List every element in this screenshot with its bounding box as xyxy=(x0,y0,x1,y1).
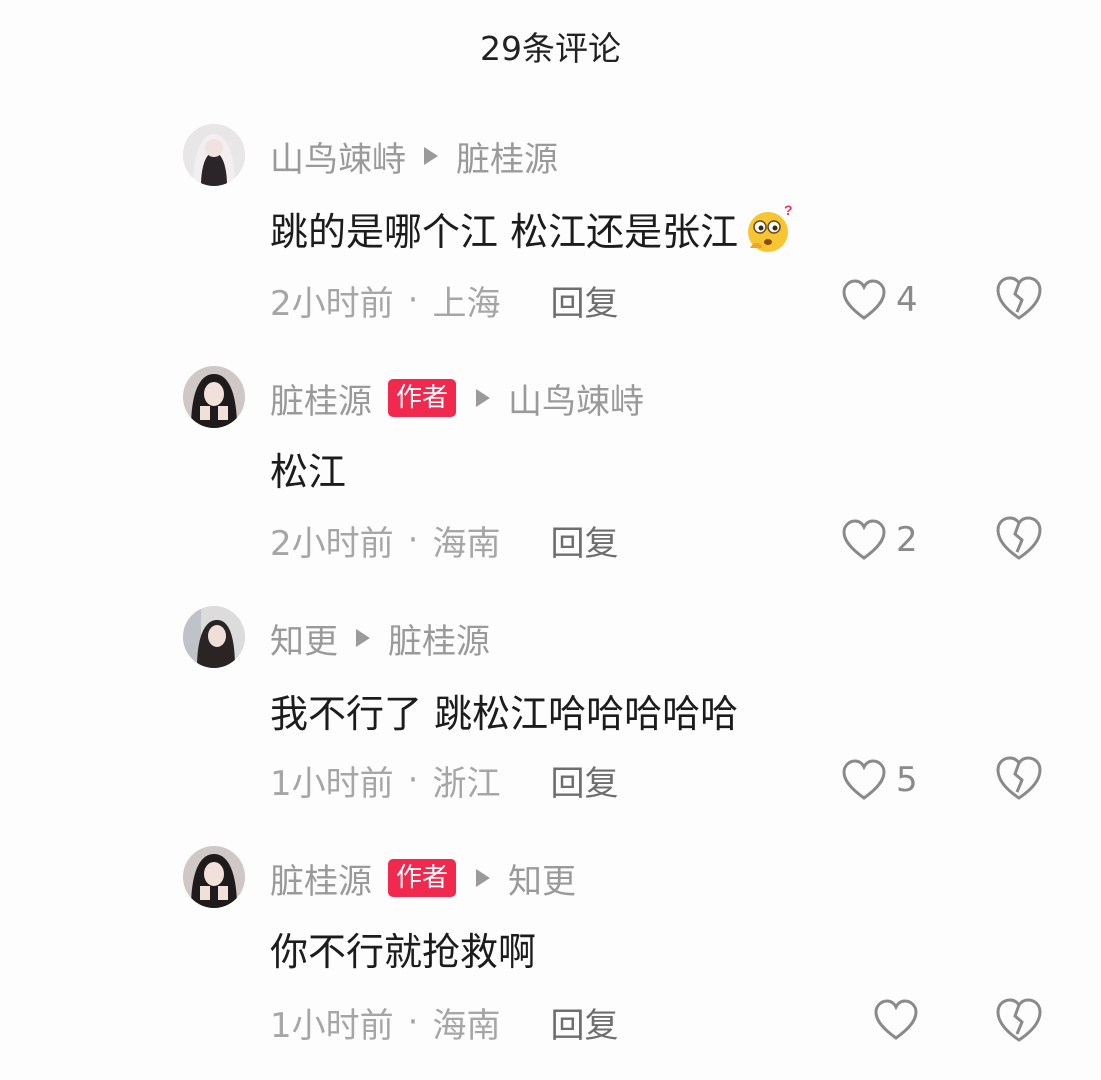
like-count: 4 xyxy=(896,280,918,320)
author-badge: 作者 xyxy=(388,379,457,417)
broken-heart-icon xyxy=(996,276,1042,320)
separator: · xyxy=(407,520,419,560)
reply-button[interactable]: 回复 xyxy=(550,756,618,805)
reply-to-username[interactable]: 知更 xyxy=(508,854,576,903)
timestamp: 2小时前 xyxy=(270,283,394,324)
comment-meta: 1小时前 · 浙江 回复 xyxy=(270,756,618,805)
like-button[interactable]: 2 xyxy=(840,516,918,564)
timestamp: 2小时前 xyxy=(270,523,394,564)
comment-header: 脏桂源 作者 知更 xyxy=(270,854,576,903)
triangle-right-icon xyxy=(476,389,491,407)
heart-outline-icon xyxy=(842,759,886,800)
triangle-right-icon xyxy=(476,869,491,887)
broken-heart-icon xyxy=(996,756,1042,800)
avatar[interactable] xyxy=(183,366,245,428)
username[interactable]: 知更 xyxy=(270,614,338,663)
timestamp: 1小时前 xyxy=(270,1005,394,1046)
like-count: 5 xyxy=(896,760,918,800)
comment-item: 脏桂源 作者 知更 你不行就抢救啊 1小时前 · 海南 回复 xyxy=(0,0,1101,1046)
location: 海南 xyxy=(432,523,501,564)
like-count: 2 xyxy=(896,520,918,560)
avatar[interactable] xyxy=(183,846,245,908)
heart-outline-icon xyxy=(874,999,918,1040)
username[interactable]: 脏桂源 xyxy=(270,374,372,423)
dislike-button[interactable] xyxy=(994,754,1044,802)
broken-heart-icon xyxy=(996,516,1042,560)
separator: · xyxy=(407,280,419,320)
separator: · xyxy=(407,1002,419,1042)
comment-header: 脏桂源 作者 山鸟竦峙 xyxy=(270,374,644,423)
like-button[interactable]: 5 xyxy=(840,756,918,804)
author-badge: 作者 xyxy=(388,859,457,897)
dislike-button[interactable] xyxy=(994,514,1044,562)
comment-text: 你不行就抢救啊 xyxy=(270,929,537,974)
timestamp: 1小时前 xyxy=(270,763,394,804)
heart-outline-icon xyxy=(842,279,886,320)
avatar[interactable] xyxy=(183,606,245,668)
reply-button[interactable]: 回复 xyxy=(550,276,618,325)
comment-meta: 2小时前 · 上海 回复 xyxy=(270,276,618,325)
location: 海南 xyxy=(432,1005,501,1046)
location: 上海 xyxy=(432,283,501,324)
like-button[interactable]: 4 xyxy=(840,276,918,324)
location: 浙江 xyxy=(432,763,501,804)
comment-text: 我不行了 跳松江哈哈哈哈哈 xyxy=(270,691,739,736)
heart-outline-icon xyxy=(842,519,886,560)
reply-button[interactable]: 回复 xyxy=(550,516,618,565)
comment-text: 松江 xyxy=(270,449,347,494)
separator: · xyxy=(407,760,419,800)
reply-to-username[interactable]: 脏桂源 xyxy=(388,614,490,663)
username[interactable]: 脏桂源 xyxy=(270,854,372,903)
like-button[interactable] xyxy=(872,996,928,1044)
broken-heart-icon xyxy=(996,998,1042,1042)
comment-header: 知更 脏桂源 xyxy=(270,614,490,663)
comment-meta: 2小时前 · 海南 回复 xyxy=(270,516,618,565)
dislike-button[interactable] xyxy=(994,274,1044,322)
triangle-right-icon xyxy=(356,629,370,647)
reply-button[interactable]: 回复 xyxy=(550,998,618,1047)
comment-meta: 1小时前 · 海南 回复 xyxy=(270,998,618,1047)
reply-to-username[interactable]: 山鸟竦峙 xyxy=(508,374,644,423)
dislike-button[interactable] xyxy=(994,996,1044,1044)
comments-panel: 29条评论 山鸟竦峙 脏桂源 跳的是哪个江 松江还是张江 ? 2小时前 · 上海… xyxy=(0,0,1101,1080)
